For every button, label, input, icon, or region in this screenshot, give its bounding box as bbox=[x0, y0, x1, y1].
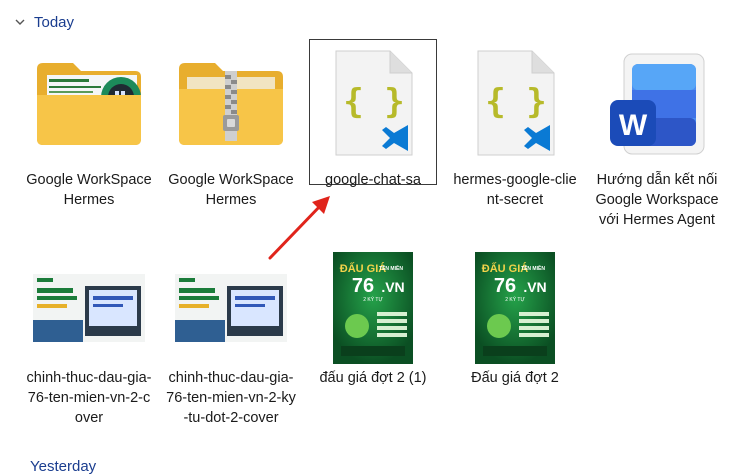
poster-vn: .VN bbox=[381, 279, 404, 295]
image-thumbnail-icon bbox=[175, 274, 287, 342]
file-name: Google WorkSpace Hermes bbox=[26, 172, 152, 208]
file-item[interactable]: ĐẤU GIÁ TÊN MIỀN 76 .VN 2 KÝ TỰ Đấu giá … bbox=[450, 250, 580, 388]
poster-tag: 2 KÝ TỰ bbox=[505, 296, 525, 303]
file-item[interactable]: W Hướng dẫn kết nối Google Workspace với… bbox=[592, 40, 722, 230]
file-item[interactable]: chinh-thuc-dau-gia-76-ten-mien-vn-2-ky-t… bbox=[166, 250, 296, 428]
svg-text:{ }: { } bbox=[485, 82, 546, 122]
poster-thumbnail-icon: ĐẤU GIÁ TÊN MIỀN 76 .VN 2 KÝ TỰ bbox=[333, 252, 413, 364]
image-thumbnail-icon bbox=[33, 274, 145, 342]
poster-thumbnail-icon: ĐẤU GIÁ TÊN MIỀN 76 .VN 2 KÝ TỰ bbox=[475, 252, 555, 364]
word-document-icon: W bbox=[610, 53, 705, 155]
poster-sub: TÊN MIỀN bbox=[379, 264, 403, 272]
file-name: chinh-thuc-dau-gia-76-ten-mien-vn-2-ky-t… bbox=[166, 370, 296, 426]
file-name: đấu giá đợt 2 (1) bbox=[319, 370, 427, 386]
folder-preview-icon bbox=[37, 63, 141, 145]
group-header-today[interactable]: Today bbox=[14, 10, 74, 34]
json-file-icon: { } bbox=[335, 50, 413, 156]
zip-folder-icon bbox=[179, 63, 283, 145]
poster-number: 76 bbox=[494, 275, 516, 297]
json-file-icon: { } bbox=[477, 50, 555, 156]
file-item[interactable]: Google WorkSpace Hermes bbox=[166, 40, 296, 210]
file-name: hermes-google-client-secret bbox=[453, 172, 577, 208]
annotation-arrow-icon bbox=[268, 196, 330, 260]
file-name: google-chat-sa bbox=[325, 172, 421, 188]
poster-sub: TÊN MIỀN bbox=[521, 264, 545, 272]
file-item[interactable]: ĐẤU GIÁ TÊN MIỀN 76 .VN 2 KÝ TỰ đấu giá … bbox=[308, 250, 438, 388]
word-letter: W bbox=[619, 109, 648, 142]
file-name: Đấu giá đợt 2 bbox=[471, 370, 559, 386]
file-item[interactable]: chinh-thuc-dau-gia-76-ten-mien-vn-2-cove… bbox=[24, 250, 154, 428]
poster-number: 76 bbox=[352, 275, 374, 297]
svg-text:{ }: { } bbox=[343, 82, 404, 122]
poster-tag: 2 KÝ TỰ bbox=[363, 296, 383, 303]
file-item-selected[interactable]: { } google-chat-sa bbox=[308, 40, 438, 190]
file-item[interactable]: { } hermes-google-client-secret bbox=[450, 40, 580, 210]
file-item[interactable]: Google WorkSpace Hermes bbox=[24, 40, 154, 210]
file-name: Hướng dẫn kết nối Google Workspace với H… bbox=[595, 172, 719, 228]
group-title: Today bbox=[34, 13, 75, 31]
group-title-yesterday[interactable]: Yesterday bbox=[30, 458, 96, 475]
file-name: chinh-thuc-dau-gia-76-ten-mien-vn-2-cove… bbox=[26, 370, 152, 426]
chevron-down-icon bbox=[15, 19, 25, 25]
poster-vn: .VN bbox=[523, 279, 546, 295]
